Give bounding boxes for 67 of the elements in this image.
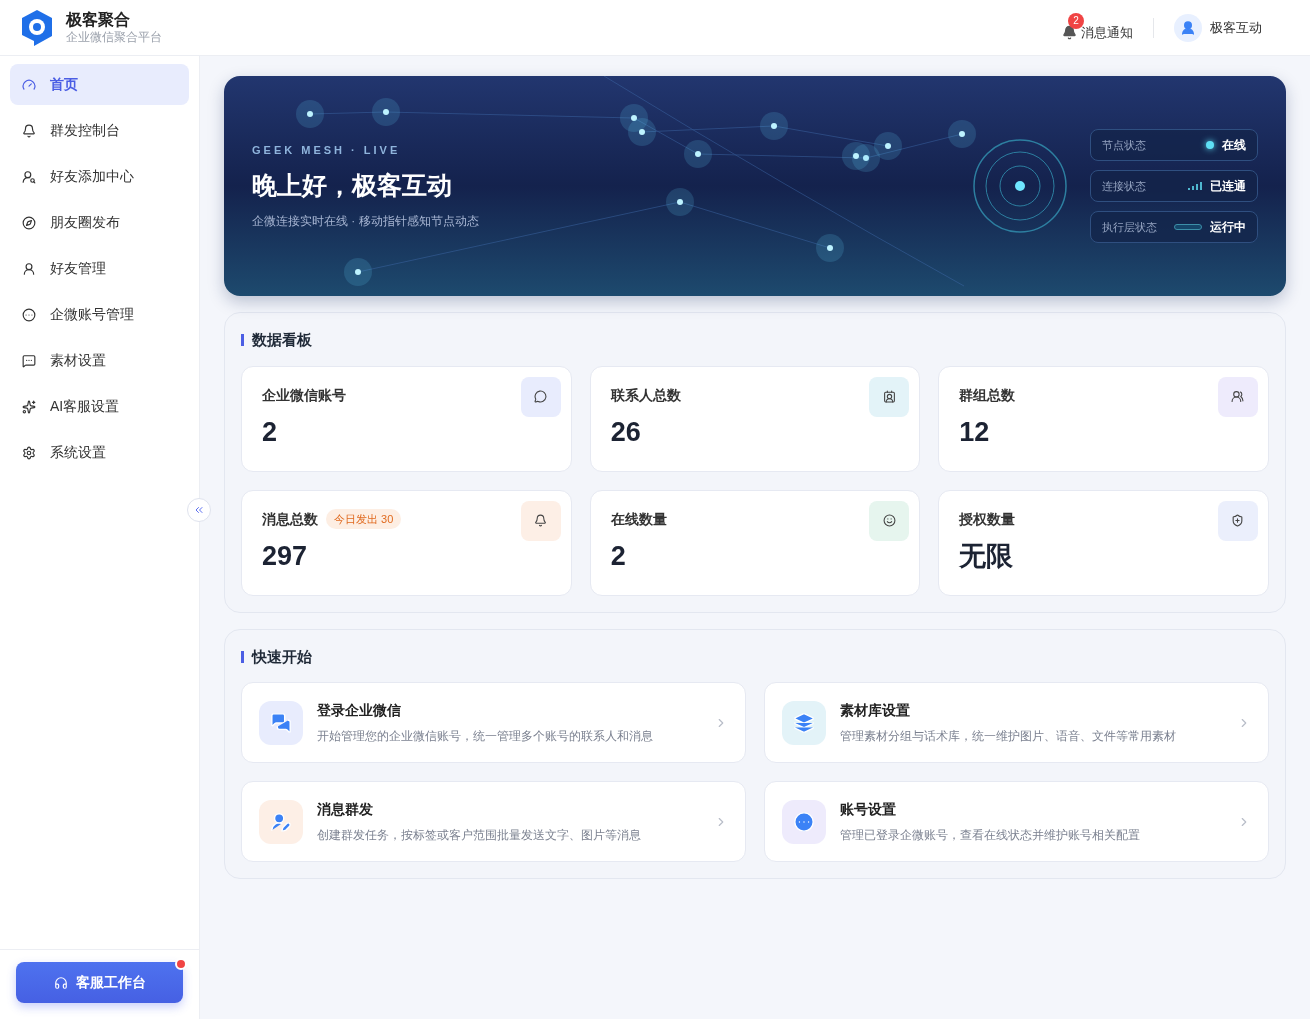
card-description: 创建群发任务，按标签或客户范围批量发送文字、图片等消息 <box>317 827 641 844</box>
card-description: 管理已登录企微账号，查看在线状态并维护账号相关配置 <box>840 827 1140 844</box>
chat-circle-icon <box>22 307 36 322</box>
nav-item[interactable]: 群发控制台 <box>10 110 189 151</box>
stat-label: 联系人总数 <box>610 385 681 405</box>
status-label: 连接状态 <box>1102 178 1146 194</box>
user-icon <box>22 261 36 276</box>
collapse-button[interactable] <box>187 498 211 522</box>
settings-icon <box>22 445 36 460</box>
notification-button[interactable]: 消息通知 2 <box>1060 12 1133 43</box>
nav-item[interactable]: 好友添加中心 <box>10 156 189 197</box>
card-title: 登录企业微信 <box>317 701 402 720</box>
card-description: 开始管理您的企业微信账号，统一管理多个账号的联系人和消息 <box>317 728 653 745</box>
message-icon <box>22 353 36 368</box>
logo-icon <box>20 8 54 47</box>
bell-icon <box>1062 25 1077 40</box>
greeting: 晚上好，极客互动 <box>252 169 453 201</box>
card-title: 账号设置 <box>840 800 897 819</box>
status-value: 已连通 <box>1210 178 1246 195</box>
section-title: 快速开始 <box>252 646 312 667</box>
nav-item[interactable]: 朋友圈发布 <box>10 202 189 243</box>
banner-eyebrow: GEEK MESH · LIVE <box>252 143 402 158</box>
status-value: 运行中 <box>1210 219 1246 236</box>
status-value: 在线 <box>1222 137 1246 154</box>
stat-label: 企业微信账号 <box>262 385 346 405</box>
stat-label: 授权数量 <box>959 509 1016 529</box>
stat-value: 26 <box>610 415 642 449</box>
brand-subtitle: 企业微信聚合平台 <box>66 30 162 45</box>
quick-start-card[interactable]: 素材库设置 管理素材分组与话术库，统一维护图片、语音、文件等常用素材 <box>764 682 1269 763</box>
nav-item[interactable]: 首页 <box>10 64 189 105</box>
stat-value: 2 <box>610 539 627 573</box>
quick-start-card[interactable]: 账号设置 管理已登录企微账号，查看在线状态并维护账号相关配置 <box>764 781 1269 862</box>
card-title: 消息群发 <box>317 800 374 819</box>
status-label: 执行层状态 <box>1102 219 1157 235</box>
nav-item[interactable]: 企微账号管理 <box>10 294 189 335</box>
section-title: 数据看板 <box>252 330 312 350</box>
brand-name: 极客聚合 <box>66 10 131 30</box>
stat-value: 2 <box>262 415 279 449</box>
avatar-icon <box>1174 13 1202 42</box>
stat-label: 在线数量 <box>610 509 667 529</box>
nav-item[interactable]: 素材设置 <box>10 340 189 381</box>
stat-label: 群组总数 <box>959 385 1016 405</box>
card-description: 管理素材分组与话术库，统一维护图片、语音、文件等常用素材 <box>840 728 1176 745</box>
today-badge: 今日发出 30 <box>326 508 402 530</box>
stat-value: 297 <box>262 539 309 573</box>
nav-item[interactable]: AI客服设置 <box>10 386 189 427</box>
headset-icon <box>53 975 68 990</box>
status-label: 节点状态 <box>1102 137 1146 153</box>
nav-item[interactable]: 好友管理 <box>10 248 189 289</box>
banner-subtitle: 企微连接实时在线 · 移动指针感知节点动态 <box>252 213 479 230</box>
double-chevron-left-icon <box>193 504 205 516</box>
user-menu[interactable]: 极客互动 <box>1174 13 1262 42</box>
quick-start-card[interactable]: 消息群发 创建群发任务，按标签或客户范围批量发送文字、图片等消息 <box>241 781 746 862</box>
sparkles-icon <box>22 399 36 414</box>
user-search-icon <box>22 169 36 184</box>
nav-item[interactable]: 系统设置 <box>10 432 189 473</box>
stat-label: 消息总数 <box>262 509 318 529</box>
card-title: 素材库设置 <box>840 701 911 720</box>
bell-icon <box>22 123 36 138</box>
quick-start-card[interactable]: 登录企业微信 开始管理您的企业微信账号，统一管理多个账号的联系人和消息 <box>241 682 746 763</box>
workbench-button[interactable]: 客服工作台 <box>16 962 183 1003</box>
signal-icon <box>1188 182 1202 190</box>
stat-value: 无限 <box>959 539 1015 573</box>
progress-pill <box>1174 224 1202 230</box>
stat-value: 12 <box>959 415 991 449</box>
compass-icon <box>22 215 36 230</box>
gauge-icon <box>22 77 36 92</box>
